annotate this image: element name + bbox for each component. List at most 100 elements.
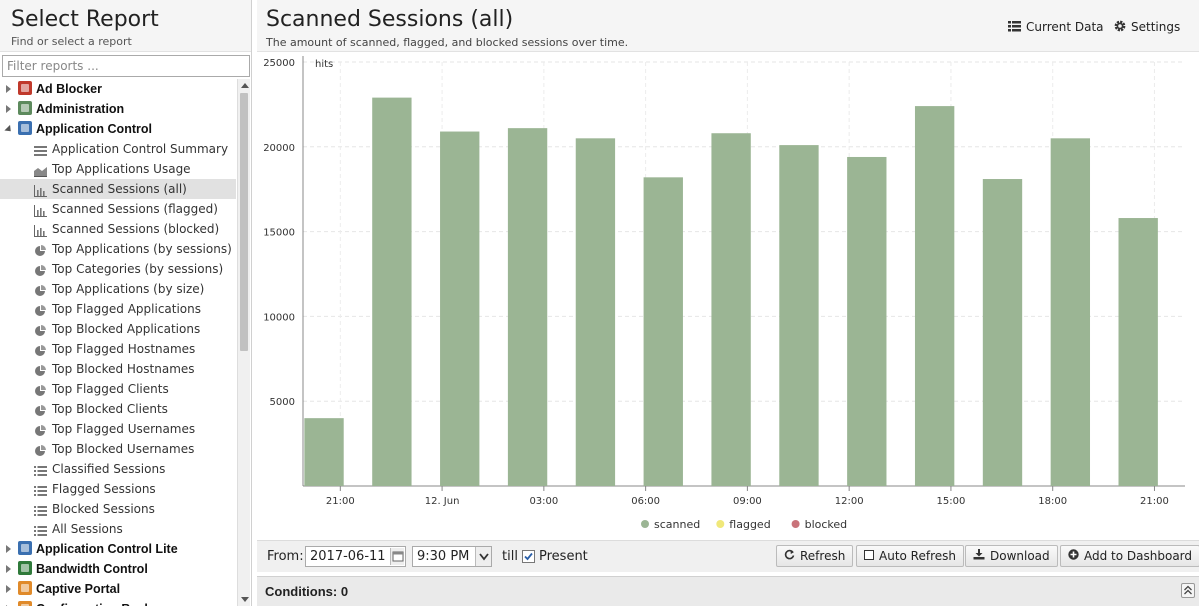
- expand-conditions-button[interactable]: [1181, 583, 1195, 598]
- tree-report-label: Flagged Sessions: [52, 482, 156, 496]
- y-tick-label: 20000: [263, 143, 295, 154]
- pie-chart-icon: [34, 403, 47, 416]
- expand-arrow-icon[interactable]: [6, 565, 11, 573]
- tree-report-label: Top Flagged Usernames: [52, 422, 196, 436]
- tree-app-ad-blocker[interactable]: Ad Blocker: [0, 79, 236, 99]
- tree-app-bandwidth-control[interactable]: Bandwidth Control: [0, 559, 236, 579]
- plus-circle-icon: [1068, 546, 1079, 566]
- tree-report-label: Top Categories (by sessions): [52, 262, 224, 276]
- calendar-icon[interactable]: [390, 548, 404, 565]
- report-view-panel: Scanned Sessions (all) The amount of sca…: [257, 0, 1199, 606]
- tree-report-application-control-summary[interactable]: Application Control Summary: [0, 139, 236, 159]
- filter-reports-input[interactable]: [2, 55, 250, 77]
- scroll-up-icon[interactable]: [241, 83, 249, 88]
- chevron-down-icon[interactable]: [475, 547, 491, 566]
- tree-report-blocked-sessions[interactable]: Blocked Sessions: [0, 499, 236, 519]
- expand-arrow-icon[interactable]: [6, 545, 11, 553]
- tree-report-label: All Sessions: [52, 522, 123, 536]
- bar-scanned: [575, 138, 616, 486]
- tree-app-label: Configuration Backup: [36, 599, 167, 606]
- present-checkbox[interactable]: [522, 550, 535, 563]
- auto-refresh-label: Auto Refresh: [879, 549, 956, 563]
- x-tick-label: 12. Jun: [425, 496, 460, 507]
- tree-report-all-sessions[interactable]: All Sessions: [0, 519, 236, 539]
- y-axis-label: hits: [315, 59, 333, 70]
- auto-refresh-button[interactable]: Auto Refresh: [856, 545, 964, 567]
- scroll-down-icon[interactable]: [241, 597, 249, 602]
- collapse-arrow-icon[interactable]: [4, 124, 14, 135]
- pie-chart-icon: [34, 383, 47, 396]
- tree-report-label: Scanned Sessions (all): [52, 182, 187, 196]
- report-tree: Ad Blocker Administration Application Cont…: [0, 79, 236, 606]
- checkmark-icon: [524, 552, 533, 561]
- tree-app-label: Ad Blocker: [36, 82, 102, 96]
- till-label: till: [502, 549, 518, 564]
- current-data-label: Current Data: [1026, 20, 1104, 34]
- administration-icon: [18, 101, 32, 115]
- from-time-select[interactable]: 9:30 PM: [412, 546, 492, 567]
- add-to-dashboard-button[interactable]: Add to Dashboard: [1060, 545, 1199, 567]
- x-tick-label: 09:00: [733, 496, 762, 507]
- tree-report-top-blocked-hostnames[interactable]: Top Blocked Hostnames: [0, 359, 236, 379]
- ad-blocker-icon: [18, 81, 32, 95]
- tree-report-top-blocked-applications[interactable]: Top Blocked Applications: [0, 319, 236, 339]
- tree-report-top-applications-by-size[interactable]: Top Applications (by size): [0, 279, 236, 299]
- tree-app-application-control-lite[interactable]: Application Control Lite: [0, 539, 236, 559]
- table-list-icon: [1008, 19, 1021, 37]
- tree-app-configuration-backup[interactable]: Configuration Backup: [0, 599, 236, 606]
- bar-scanned: [1118, 218, 1158, 487]
- scroll-thumb[interactable]: [240, 93, 248, 351]
- x-tick-label: 15:00: [937, 496, 966, 507]
- tree-report-scanned-sessions-flagged[interactable]: Scanned Sessions (flagged): [0, 199, 236, 219]
- legend-label-flagged: flagged: [729, 518, 770, 531]
- tree-report-scanned-sessions-blocked[interactable]: Scanned Sessions (blocked): [0, 219, 236, 239]
- captive-portal-icon: [18, 581, 32, 595]
- download-button[interactable]: Download: [965, 545, 1058, 567]
- tree-report-label: Top Blocked Hostnames: [52, 362, 195, 376]
- gear-icon: [1114, 19, 1126, 37]
- expand-arrow-icon[interactable]: [6, 585, 11, 593]
- from-date-value: 2017-06-11: [310, 549, 386, 564]
- bar-scanned: [779, 145, 819, 486]
- tree-app-administration[interactable]: Administration: [0, 99, 236, 119]
- pie-chart-icon: [34, 443, 47, 456]
- bar-scanned: [372, 97, 412, 486]
- current-data-button[interactable]: Current Data: [1008, 18, 1104, 36]
- legend-label-blocked: blocked: [805, 518, 848, 531]
- tree-app-captive-portal[interactable]: Captive Portal: [0, 579, 236, 599]
- tree-report-label: Top Flagged Applications: [52, 302, 202, 316]
- tree-report-top-flagged-hostnames[interactable]: Top Flagged Hostnames: [0, 339, 236, 359]
- time-range-toolbar: From: 2017-06-11 9:30 PM till Present Re…: [257, 540, 1199, 572]
- tree-report-top-blocked-clients[interactable]: Top Blocked Clients: [0, 399, 236, 419]
- expand-arrow-icon[interactable]: [6, 85, 11, 93]
- tree-report-scanned-sessions-all[interactable]: Scanned Sessions (all): [0, 179, 236, 199]
- tree-report-top-flagged-applications[interactable]: Top Flagged Applications: [0, 299, 236, 319]
- y-tick-label: 10000: [263, 312, 295, 323]
- tree-report-top-applications-usage[interactable]: Top Applications Usage: [0, 159, 236, 179]
- refresh-button[interactable]: Refresh: [776, 545, 854, 567]
- bar-chart-icon: [34, 223, 47, 237]
- report-tree-scrollbar[interactable]: [237, 79, 250, 606]
- tree-report-flagged-sessions[interactable]: Flagged Sessions: [0, 479, 236, 499]
- tree-report-top-flagged-usernames[interactable]: Top Flagged Usernames: [0, 419, 236, 439]
- y-tick-label: 5000: [270, 397, 295, 408]
- list-icon: [34, 463, 47, 476]
- summary-icon: [34, 143, 47, 156]
- tree-report-top-flagged-clients[interactable]: Top Flagged Clients: [0, 379, 236, 399]
- tree-report-classified-sessions[interactable]: Classified Sessions: [0, 459, 236, 479]
- tree-report-label: Classified Sessions: [52, 462, 166, 476]
- y-tick-label: 15000: [263, 228, 295, 239]
- settings-button[interactable]: Settings: [1114, 18, 1180, 36]
- application-control-lite-icon: [18, 541, 32, 555]
- tree-app-application-control[interactable]: Application Control: [0, 119, 236, 139]
- legend-swatch-flagged: [716, 520, 725, 528]
- from-date-field[interactable]: 2017-06-11: [305, 546, 406, 567]
- expand-arrow-icon[interactable]: [6, 105, 11, 113]
- list-icon: [34, 483, 47, 496]
- download-icon: [973, 546, 985, 566]
- tree-report-top-applications-by-sessions[interactable]: Top Applications (by sessions): [0, 239, 236, 259]
- tree-report-top-blocked-usernames[interactable]: Top Blocked Usernames: [0, 439, 236, 459]
- from-label: From:: [267, 549, 304, 564]
- tree-report-top-categories-by-sessions[interactable]: Top Categories (by sessions): [0, 259, 236, 279]
- conditions-panel[interactable]: Conditions: 0: [257, 576, 1199, 606]
